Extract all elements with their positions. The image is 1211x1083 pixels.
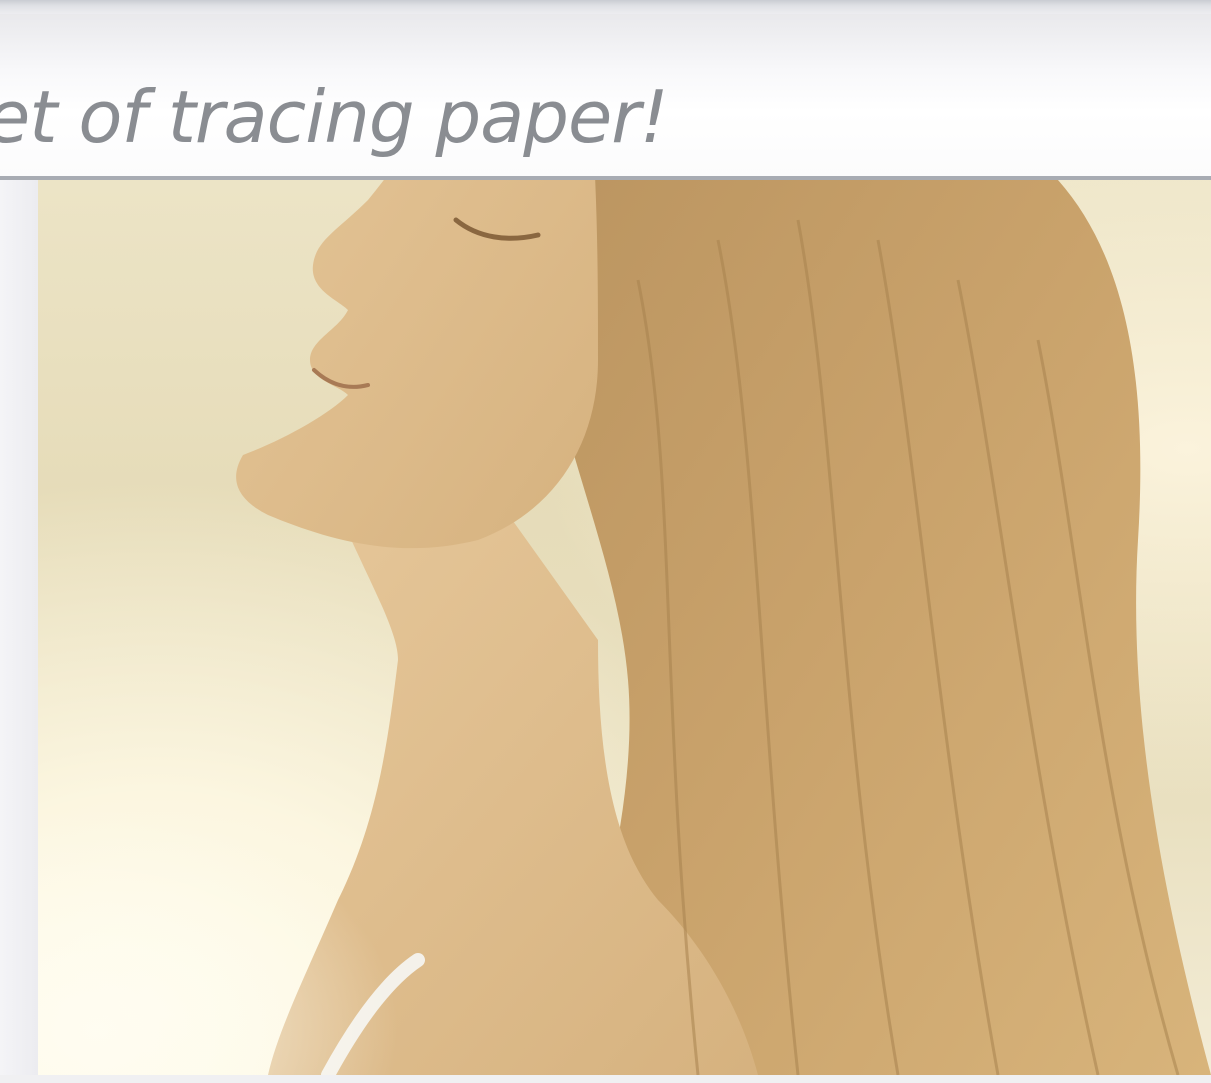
page: et of tracing paper! [0, 0, 1211, 1083]
headline-text: et of tracing paper! [0, 75, 669, 159]
sun-glow [38, 630, 638, 1075]
headline-bar: et of tracing paper! [0, 14, 1211, 180]
left-margin [0, 180, 38, 1083]
woman-profile-illustration [38, 180, 1211, 1075]
top-border [0, 0, 1211, 14]
bottom-margin [0, 1075, 1211, 1083]
hero-photo [38, 180, 1211, 1075]
face-shape [236, 180, 598, 549]
